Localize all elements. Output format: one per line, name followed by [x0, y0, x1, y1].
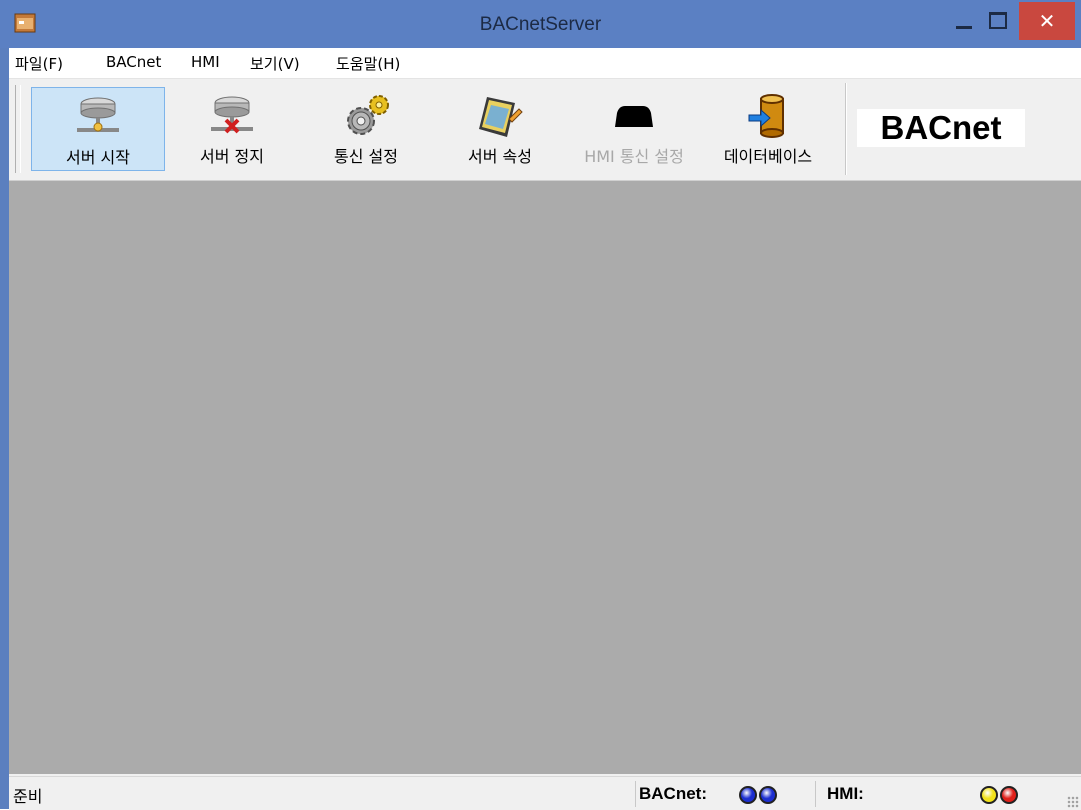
- client-area: 파일(F) BACnet HMI 보기(V) 도움말(H) 서버 시작 서버 정…: [9, 48, 1081, 810]
- toolbar-grip[interactable]: [15, 85, 21, 173]
- menu-help[interactable]: 도움말(H): [336, 53, 400, 74]
- resize-grip[interactable]: [1067, 796, 1079, 808]
- bacnet-logo: BACnet: [857, 109, 1025, 147]
- menu-view[interactable]: 보기(V): [250, 53, 300, 74]
- hmi-led-2-icon: [1000, 786, 1018, 804]
- properties-icon: [479, 97, 523, 137]
- hmi-status-label: HMI:: [827, 784, 864, 803]
- hmi-comm-settings-button[interactable]: HMI 통신 설정: [567, 87, 701, 171]
- status-text: 준비: [13, 787, 43, 806]
- bacnet-status-label: BACnet:: [639, 784, 707, 803]
- hmi-comm-settings-label: HMI 통신 설정: [584, 147, 684, 166]
- comm-settings-button[interactable]: 통신 설정: [299, 87, 433, 171]
- window-title: BACnetServer: [479, 14, 602, 35]
- menu-bacnet[interactable]: BACnet: [106, 53, 161, 71]
- comm-settings-label: 통신 설정: [334, 147, 398, 166]
- server-start-icon: [77, 97, 119, 132]
- server-properties-label: 서버 속성: [468, 147, 532, 166]
- mdi-client-area[interactable]: [9, 181, 1081, 774]
- toolbar: 서버 시작 서버 정지 통신 설정 서버 속성 HMI 통신 설정 데이터베이스…: [9, 79, 1081, 181]
- server-start-label: 서버 시작: [66, 148, 130, 167]
- server-stop-icon: [211, 96, 253, 134]
- gears-icon: [347, 95, 389, 135]
- maximize-icon: [989, 11, 1007, 29]
- bacnet-led-2-icon: [759, 786, 777, 804]
- database-label: 데이터베이스: [723, 147, 813, 166]
- toolbar-separator: [845, 83, 847, 175]
- menu-file[interactable]: 파일(F): [15, 53, 63, 74]
- status-bar: 준비 BACnet: HMI:: [9, 776, 1081, 810]
- close-icon: ✕: [1038, 9, 1056, 33]
- database-icon: [748, 94, 784, 138]
- menu-hmi[interactable]: HMI: [191, 53, 220, 71]
- status-separator: [815, 781, 816, 807]
- maximize-button[interactable]: [976, 0, 1020, 40]
- server-properties-button[interactable]: 서버 속성: [433, 87, 567, 171]
- hmi-icon: [615, 106, 653, 127]
- minimize-icon: [956, 25, 972, 29]
- server-stop-button[interactable]: 서버 정지: [165, 87, 299, 171]
- server-start-button[interactable]: 서버 시작: [31, 87, 165, 171]
- server-stop-label: 서버 정지: [200, 147, 264, 166]
- hmi-led-1-icon: [980, 786, 998, 804]
- title-bar[interactable]: BACnetServer ✕: [0, 0, 1081, 48]
- bacnet-led-1-icon: [739, 786, 757, 804]
- app-window: BACnetServer ✕ 파일(F) BACnet HMI 보기(V) 도움…: [0, 0, 1081, 810]
- menu-bar: 파일(F) BACnet HMI 보기(V) 도움말(H): [9, 48, 1081, 79]
- database-button[interactable]: 데이터베이스: [701, 87, 835, 171]
- status-separator: [635, 781, 636, 807]
- close-button[interactable]: ✕: [1019, 2, 1075, 40]
- bacnet-logo-text: BACnet: [880, 109, 1002, 146]
